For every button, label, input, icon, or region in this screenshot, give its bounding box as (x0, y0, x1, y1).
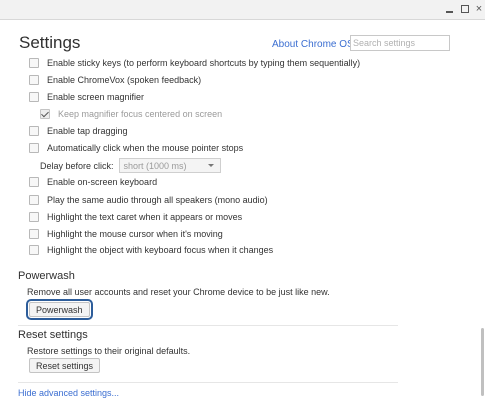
option-label: Enable sticky keys (to perform keyboard … (47, 58, 361, 68)
checkbox[interactable] (29, 143, 39, 153)
checkbox[interactable] (29, 126, 39, 136)
powerwash-description: Remove all user accounts and reset your … (27, 287, 330, 297)
option-sticky-keys[interactable]: Enable sticky keys (to perform keyboard … (29, 56, 360, 70)
checkbox[interactable] (29, 212, 39, 222)
option-label: Enable ChromeVox (spoken feedback) (47, 75, 202, 85)
checkbox[interactable] (29, 195, 39, 205)
delay-select-value: short (1000 ms) (123, 160, 187, 171)
option-label: Highlight the text caret when it appears… (47, 212, 243, 222)
option-highlight-focus[interactable]: Highlight the object with keyboard focus… (29, 243, 273, 257)
delay-select[interactable]: short (1000 ms) (118, 158, 221, 173)
divider (18, 325, 398, 326)
window-titlebar: × (0, 0, 485, 20)
reset-settings-button[interactable]: Reset settings (29, 358, 101, 373)
hide-advanced-settings-link[interactable]: Hide advanced settings... (18, 388, 119, 398)
option-label: Enable tap dragging (47, 126, 128, 136)
option-label: Automatically click when the mouse point… (47, 143, 244, 153)
option-highlight-caret[interactable]: Highlight the text caret when it appears… (29, 210, 242, 224)
checkbox[interactable] (29, 245, 39, 255)
option-chromevox[interactable]: Enable ChromeVox (spoken feedback) (29, 73, 201, 87)
checkbox[interactable] (29, 75, 39, 85)
option-auto-click[interactable]: Automatically click when the mouse point… (29, 141, 243, 155)
maximize-button[interactable] (458, 2, 472, 16)
option-mono-audio[interactable]: Play the same audio through all speakers… (29, 193, 268, 207)
checkbox[interactable] (29, 229, 39, 239)
option-highlight-cursor[interactable]: Highlight the mouse cursor when it's mov… (29, 227, 223, 241)
option-label: Keep magnifier focus centered on screen (58, 109, 223, 119)
option-label: Enable on-screen keyboard (47, 177, 158, 187)
page-title: Settings (19, 33, 81, 52)
option-label: Highlight the mouse cursor when it's mov… (47, 229, 223, 239)
delay-before-click-row: Delay before click: short (1000 ms) (40, 158, 221, 173)
checkbox[interactable] (29, 92, 39, 102)
option-screen-magnifier[interactable]: Enable screen magnifier (29, 90, 144, 104)
divider (18, 382, 398, 383)
checkbox-checked (40, 109, 50, 119)
minimize-icon (445, 11, 453, 14)
reset-settings-heading: Reset settings (18, 329, 88, 341)
close-button[interactable]: × (472, 2, 485, 16)
option-label: Play the same audio through all speakers… (47, 195, 268, 205)
scrollbar-thumb[interactable] (481, 328, 484, 396)
delay-label: Delay before click: (40, 160, 114, 171)
minimize-button[interactable] (442, 2, 456, 16)
chevron-down-icon (207, 164, 214, 167)
option-on-screen-keyboard[interactable]: Enable on-screen keyboard (29, 175, 157, 189)
option-label: Enable screen magnifier (47, 92, 145, 102)
option-label: Highlight the object with keyboard focus… (47, 245, 274, 255)
checkbox[interactable] (29, 58, 39, 68)
reset-settings-description: Restore settings to their original defau… (27, 346, 191, 356)
powerwash-heading: Powerwash (18, 270, 75, 282)
powerwash-button[interactable]: Powerwash (26, 299, 93, 320)
maximize-icon (461, 5, 469, 14)
option-magnifier-focus-centered: Keep magnifier focus centered on screen (40, 107, 222, 121)
checkbox[interactable] (29, 177, 39, 187)
search-input[interactable] (350, 35, 450, 51)
option-tap-dragging[interactable]: Enable tap dragging (29, 124, 128, 138)
about-chrome-os-link[interactable]: About Chrome OS (272, 39, 354, 50)
